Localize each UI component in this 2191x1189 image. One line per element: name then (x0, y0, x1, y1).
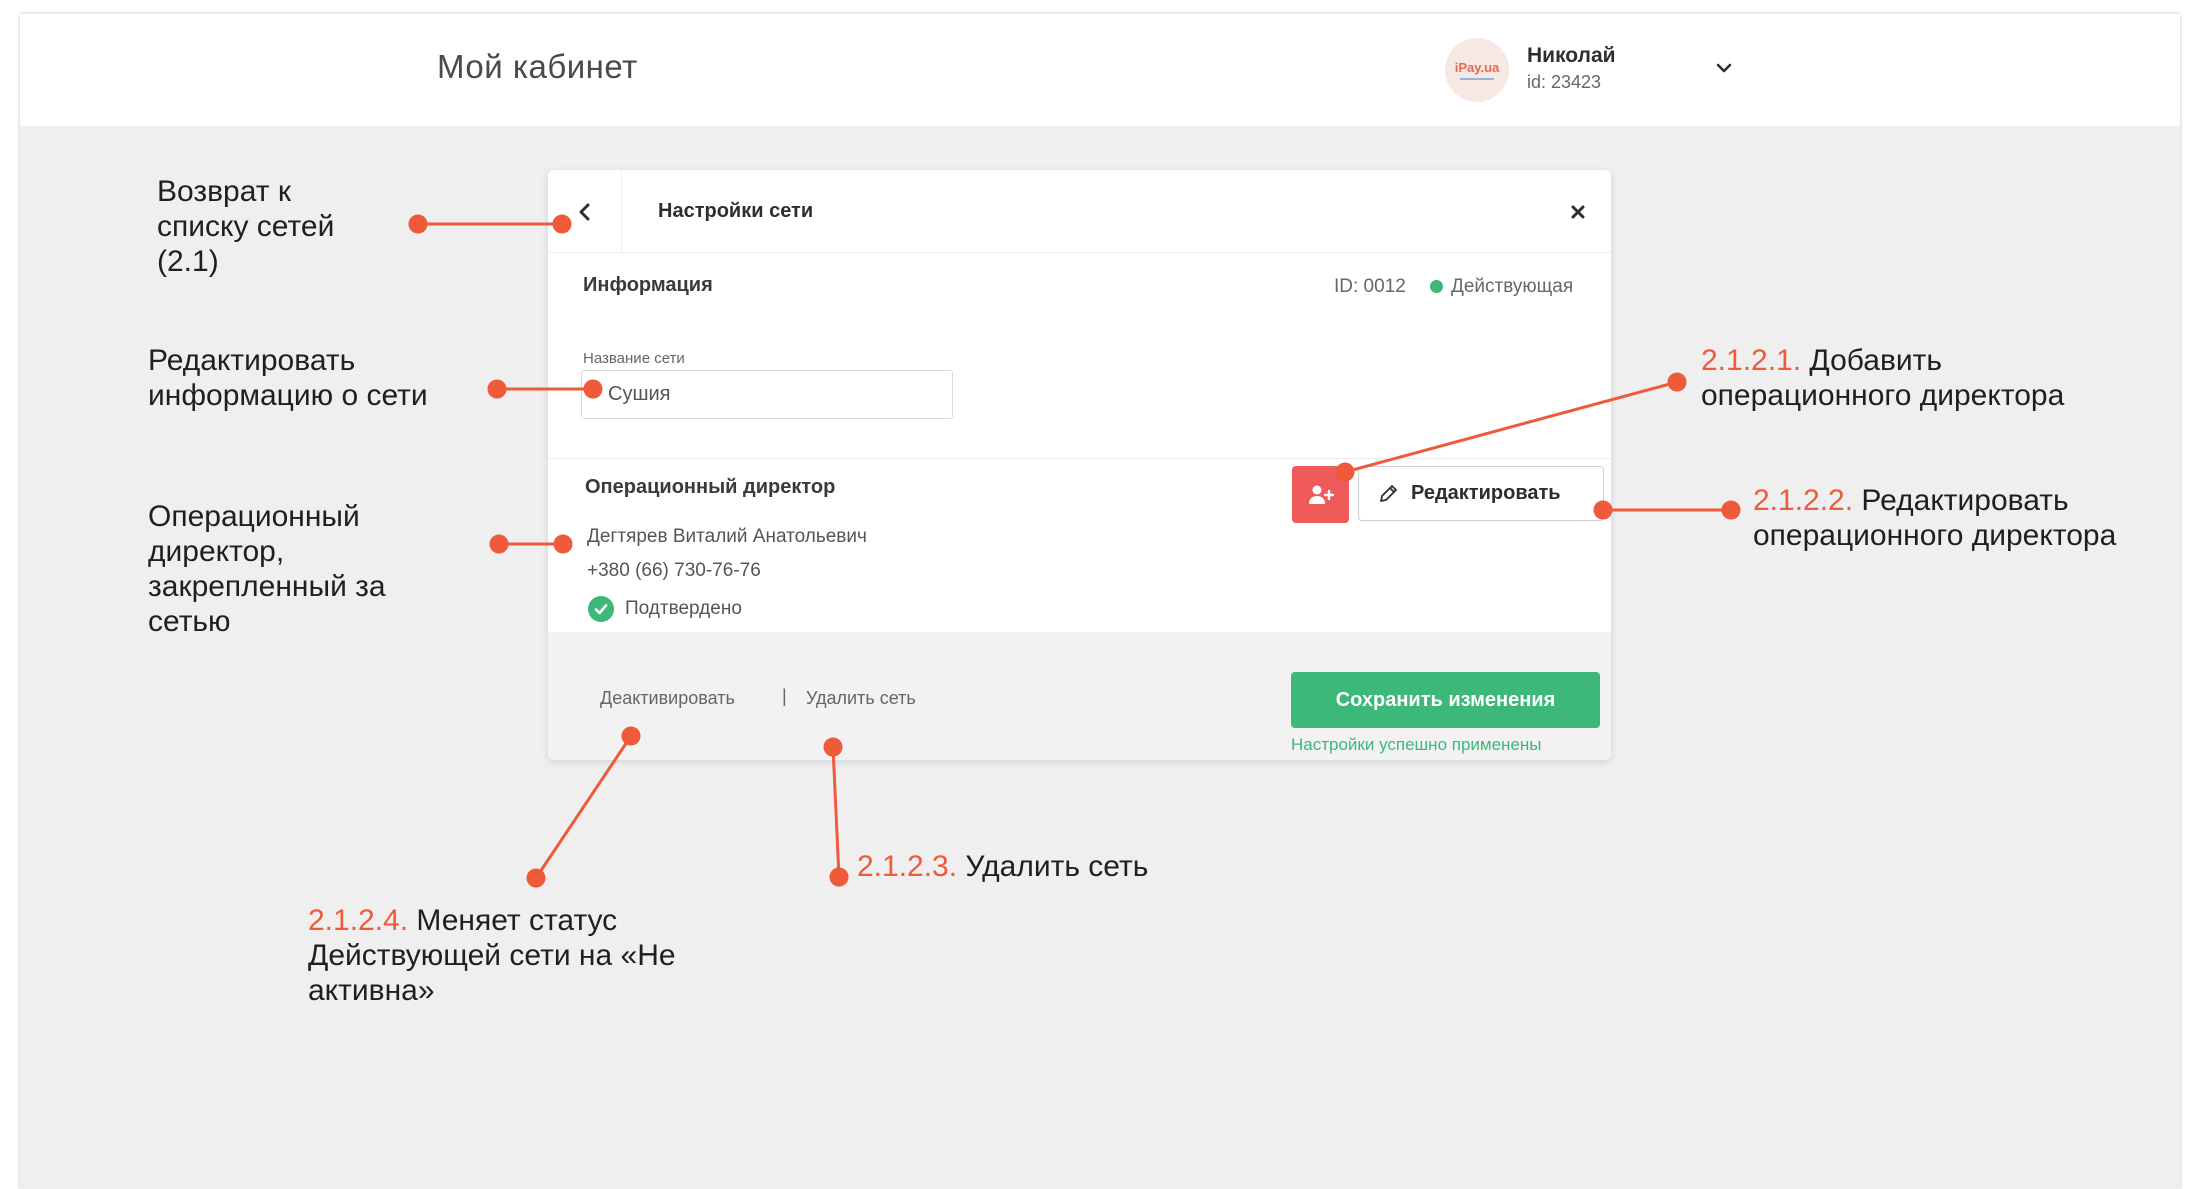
callout-dot (823, 737, 843, 757)
callout-dot (553, 534, 573, 554)
callout-dot (526, 868, 546, 888)
callout-dot (552, 214, 572, 234)
callout-dot (829, 867, 849, 887)
callout-lines (408, 214, 1741, 888)
callout-line-add-director (1344, 380, 1678, 474)
callout-dot (1335, 462, 1355, 482)
callout-dot (1721, 500, 1741, 520)
callout-dot (487, 379, 507, 399)
callout-line-deactivate (534, 735, 633, 879)
callout-dot (408, 214, 428, 234)
callout-line-delete (831, 746, 841, 878)
callout-dot (1667, 372, 1687, 392)
callout-dot (583, 379, 603, 399)
callout-dot (489, 534, 509, 554)
callout-dot (1593, 500, 1613, 520)
callout-dot (621, 726, 641, 746)
